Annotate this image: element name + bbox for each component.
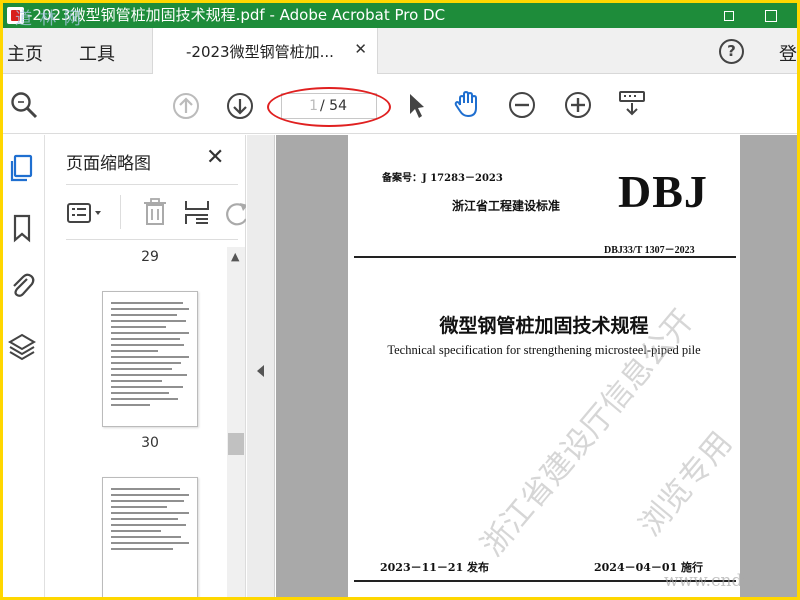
toolbar: 1 / 54	[3, 74, 797, 134]
fit-page-icon[interactable]	[617, 88, 647, 118]
record-number: 备案号：J 17283－2023	[382, 173, 503, 184]
text-line	[111, 542, 189, 544]
select-arrow-icon[interactable]	[401, 90, 431, 120]
text-line	[111, 308, 189, 310]
text-line	[111, 386, 183, 388]
text-line	[111, 368, 172, 370]
thumbnail-page-number: 30	[141, 435, 159, 451]
restore-button[interactable]	[709, 3, 749, 28]
help-icon[interactable]: ?	[719, 39, 744, 64]
thumbnail-scrollbar[interactable]: ▲	[227, 247, 245, 597]
panel-title: 页面缩略图	[66, 154, 151, 174]
zoom-out-icon[interactable]	[507, 90, 537, 120]
text-line	[111, 314, 177, 316]
title-bar: -2023微型钢管桩加固技术规程.pdf - Adobe Acrobat Pro…	[3, 3, 797, 29]
total-pages: / 54	[320, 98, 347, 114]
document-tab[interactable]: -2023微型钢管桩加... ✕	[152, 28, 378, 74]
page-number-field[interactable]: 1 / 54	[281, 93, 377, 119]
panel-collapse-handle[interactable]	[247, 135, 275, 597]
page-up-icon[interactable]	[171, 91, 201, 121]
thumbnail-page-number: 29	[141, 249, 159, 265]
collapse-arrow-icon[interactable]	[257, 365, 264, 377]
thumbnail-options-icon[interactable]	[66, 199, 106, 227]
attachment-icon[interactable]	[7, 269, 37, 299]
text-line	[111, 512, 189, 514]
text-line	[111, 518, 179, 520]
text-line	[111, 494, 189, 496]
panel-close-icon[interactable]: ✕	[206, 145, 224, 170]
divider	[66, 239, 238, 240]
text-line	[111, 380, 163, 382]
document-tab-label: -2023微型钢管桩加...	[186, 43, 334, 61]
thumbnail-toolbar	[66, 193, 246, 233]
layers-icon[interactable]	[7, 331, 37, 361]
bookmark-icon[interactable]	[7, 213, 37, 243]
thumbnail-panel: 页面缩略图 ✕ 29 30 ▲	[46, 135, 246, 597]
text-line	[111, 488, 180, 490]
app-window: -2023微型钢管桩加固技术规程.pdf - Adobe Acrobat Pro…	[3, 3, 797, 597]
magnifier-icon[interactable]	[9, 90, 39, 120]
standard-label: 浙江省工程建设标准	[452, 199, 561, 213]
text-line	[111, 362, 182, 364]
text-line	[111, 548, 174, 550]
document-title-cn: 微型钢管桩加固技术规程	[439, 315, 649, 337]
home-tab[interactable]: 主页	[7, 40, 43, 66]
site-watermark: www.cnda	[664, 571, 753, 591]
page-down-icon[interactable]	[225, 91, 255, 121]
insert-page-icon[interactable]	[182, 197, 212, 227]
document-viewport[interactable]: 备案号：J 17283－2023 浙江省工程建设标准 DBJ DBJ33/T 1…	[276, 135, 797, 597]
text-line	[111, 356, 189, 358]
tab-bar: 主页 工具 -2023微型钢管桩加... ✕ ? 登	[3, 28, 797, 74]
window-close-icon	[765, 9, 777, 22]
page-thumbnails-icon[interactable]	[7, 153, 37, 183]
sign-in-button[interactable]: 登	[779, 40, 797, 66]
text-line	[111, 536, 182, 538]
text-line	[111, 302, 183, 304]
text-line	[111, 326, 166, 328]
thumbnail-page[interactable]	[102, 291, 198, 427]
text-line	[111, 404, 150, 406]
text-line	[111, 524, 186, 526]
text-line	[111, 500, 185, 502]
text-line	[111, 506, 168, 508]
delete-page-icon[interactable]	[140, 197, 170, 227]
scroll-thumb[interactable]	[228, 433, 244, 455]
text-line	[111, 344, 185, 346]
current-page[interactable]: 1	[290, 94, 318, 118]
thumbnail-list: 29 30	[46, 241, 226, 597]
scroll-up-arrow-icon[interactable]: ▲	[231, 250, 239, 263]
watermark-text: 浏览专用	[632, 425, 740, 544]
publish-date: 2023－11－21 发布	[380, 561, 490, 574]
divider	[66, 184, 238, 185]
divider	[120, 195, 121, 229]
tools-tab[interactable]: 工具	[79, 40, 115, 66]
top-rule	[354, 256, 736, 258]
standard-number: DBJ33/T 1307－2023	[604, 245, 695, 256]
pdf-page: 备案号：J 17283－2023 浙江省工程建设标准 DBJ DBJ33/T 1…	[348, 135, 740, 597]
left-navigation-rail	[3, 135, 45, 597]
standard-logo: DBJ	[618, 166, 708, 217]
rotate-icon[interactable]	[222, 199, 246, 229]
text-line	[111, 332, 189, 334]
tab-close-icon[interactable]: ✕	[354, 40, 367, 58]
thumbnail-page[interactable]	[102, 477, 198, 597]
text-line	[111, 398, 179, 400]
hand-tool-icon[interactable]	[453, 89, 483, 119]
document-title-en: Technical specification for strengthenin…	[387, 343, 701, 357]
text-line	[111, 338, 180, 340]
restore-icon	[724, 10, 734, 21]
text-line	[111, 320, 186, 322]
window-close-button[interactable]	[751, 3, 791, 28]
text-line	[111, 374, 188, 376]
text-line	[111, 530, 161, 532]
zoom-in-icon[interactable]	[563, 90, 593, 120]
text-line	[111, 392, 169, 394]
text-line	[111, 350, 158, 352]
window-title: -2023微型钢管桩加固技术规程.pdf - Adobe Acrobat Pro…	[27, 6, 446, 24]
